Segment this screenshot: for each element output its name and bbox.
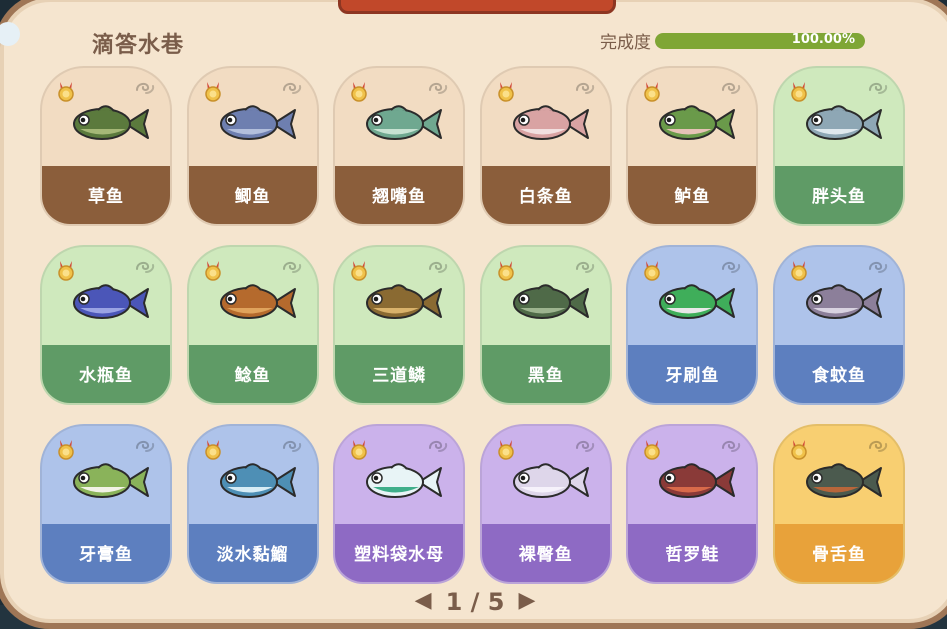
completion-label: 完成度 xyxy=(600,33,651,53)
fish-card[interactable]: 翘嘴鱼 xyxy=(333,66,466,226)
water-swirl-icon xyxy=(868,82,888,94)
fish-name: 淡水黏鰡 xyxy=(216,545,289,565)
page-title: 滴答水巷 xyxy=(92,33,185,58)
fish-card[interactable]: 牙刷鱼 xyxy=(626,245,759,405)
water-swirl-icon xyxy=(722,440,741,452)
fish-card[interactable]: 哲罗鲑 xyxy=(626,424,759,584)
water-swirl-icon xyxy=(429,82,448,94)
freshwater-fish-icon xyxy=(219,463,296,498)
fish-name: 牙刷鱼 xyxy=(665,366,720,386)
fish-card[interactable]: 胖头鱼 xyxy=(772,66,905,226)
water-swirl-icon xyxy=(722,82,741,94)
fish-name: 塑料袋水母 xyxy=(354,545,445,565)
water-swirl-icon xyxy=(136,82,155,94)
water-swirl-icon xyxy=(575,440,594,452)
fish-card[interactable]: 牙膏鱼 xyxy=(40,424,172,584)
water-swirl-icon xyxy=(722,261,741,273)
water-swirl-icon xyxy=(282,82,301,94)
arowana-icon xyxy=(805,463,882,498)
fish-card[interactable]: 三道鳞 xyxy=(333,245,466,405)
grass-carp-icon xyxy=(73,105,149,140)
completion-progress-bar: 100.00% xyxy=(655,32,865,49)
topmouth-culter-icon xyxy=(366,105,443,140)
fish-name: 鲶鱼 xyxy=(234,366,271,386)
mirror-carp-icon xyxy=(366,284,443,319)
water-swirl-icon xyxy=(868,440,888,452)
bottle-fish-icon xyxy=(73,284,149,319)
pagination: ◀ 1 / 5 ▶ xyxy=(385,588,565,618)
fish-grid: 草鱼 鲫鱼 翘嘴鱼 白条鱼 鲈鱼 胖头鱼 水瓶鱼 鲶鱼 三道鳞 黑鱼 牙刷鱼 食… xyxy=(40,66,905,584)
water-swirl-icon xyxy=(429,261,448,273)
fish-card[interactable]: 鲶鱼 xyxy=(186,245,319,405)
fish-card[interactable]: 裸臀鱼 xyxy=(479,424,612,584)
fish-card[interactable]: 骨舌鱼 xyxy=(772,424,905,584)
fish-name: 鲫鱼 xyxy=(234,187,271,207)
fish-name: 牙膏鱼 xyxy=(79,545,133,565)
page-indicator: 1 / 5 xyxy=(445,588,505,616)
water-swirl-icon xyxy=(282,440,301,452)
fish-name: 草鱼 xyxy=(88,187,124,207)
fish-card[interactable]: 食蚊鱼 xyxy=(772,245,905,405)
plastic-bag-jellyfish-icon xyxy=(366,463,443,498)
water-swirl-icon xyxy=(136,261,155,273)
completion-indicator: 完成度 100.00% xyxy=(600,28,865,53)
fish-name: 鲈鱼 xyxy=(674,187,711,207)
fish-name: 白条鱼 xyxy=(518,187,573,207)
fish-name: 水瓶鱼 xyxy=(79,366,133,386)
toothpaste-fish-icon xyxy=(73,463,149,498)
snakehead-icon xyxy=(512,284,589,319)
taimen-icon xyxy=(659,463,736,498)
prev-page-button[interactable]: ◀ xyxy=(415,588,432,618)
water-swirl-icon xyxy=(429,440,448,452)
fish-card[interactable]: 白条鱼 xyxy=(479,66,612,226)
fish-name: 食蚊鱼 xyxy=(811,366,866,386)
next-page-button[interactable]: ▶ xyxy=(518,588,535,618)
perch-icon xyxy=(659,105,736,140)
water-swirl-icon xyxy=(575,82,594,94)
fish-name: 哲罗鲑 xyxy=(665,545,720,565)
fish-card[interactable]: 鲫鱼 xyxy=(186,66,319,226)
sharpbelly-icon xyxy=(512,105,589,140)
fish-name: 黑鱼 xyxy=(527,366,564,386)
mosquitofish-icon xyxy=(805,284,882,319)
fish-card[interactable]: 黑鱼 xyxy=(479,245,612,405)
bighead-carp-icon xyxy=(805,105,882,140)
fish-name: 三道鳞 xyxy=(372,366,427,386)
fish-card[interactable]: 草鱼 xyxy=(40,66,172,226)
fish-card[interactable]: 淡水黏鰡 xyxy=(186,424,319,584)
fish-name: 裸臀鱼 xyxy=(518,545,573,565)
toothbrush-fish-icon xyxy=(659,284,736,319)
water-swirl-icon xyxy=(282,261,301,273)
top-tab xyxy=(338,0,616,14)
water-swirl-icon xyxy=(136,440,155,452)
fish-name: 骨舌鱼 xyxy=(811,545,866,565)
fish-card[interactable]: 塑料袋水母 xyxy=(333,424,466,584)
crucian-carp-icon xyxy=(219,105,296,140)
fish-card[interactable]: 水瓶鱼 xyxy=(40,245,172,405)
water-swirl-icon xyxy=(868,261,888,273)
fish-name: 翘嘴鱼 xyxy=(372,187,427,207)
catfish-icon xyxy=(219,284,296,319)
naked-fish-icon xyxy=(512,463,589,498)
fish-name: 胖头鱼 xyxy=(811,187,866,207)
completion-value: 100.00% xyxy=(791,32,855,47)
water-swirl-icon xyxy=(575,261,594,273)
fish-card[interactable]: 鲈鱼 xyxy=(626,66,759,226)
